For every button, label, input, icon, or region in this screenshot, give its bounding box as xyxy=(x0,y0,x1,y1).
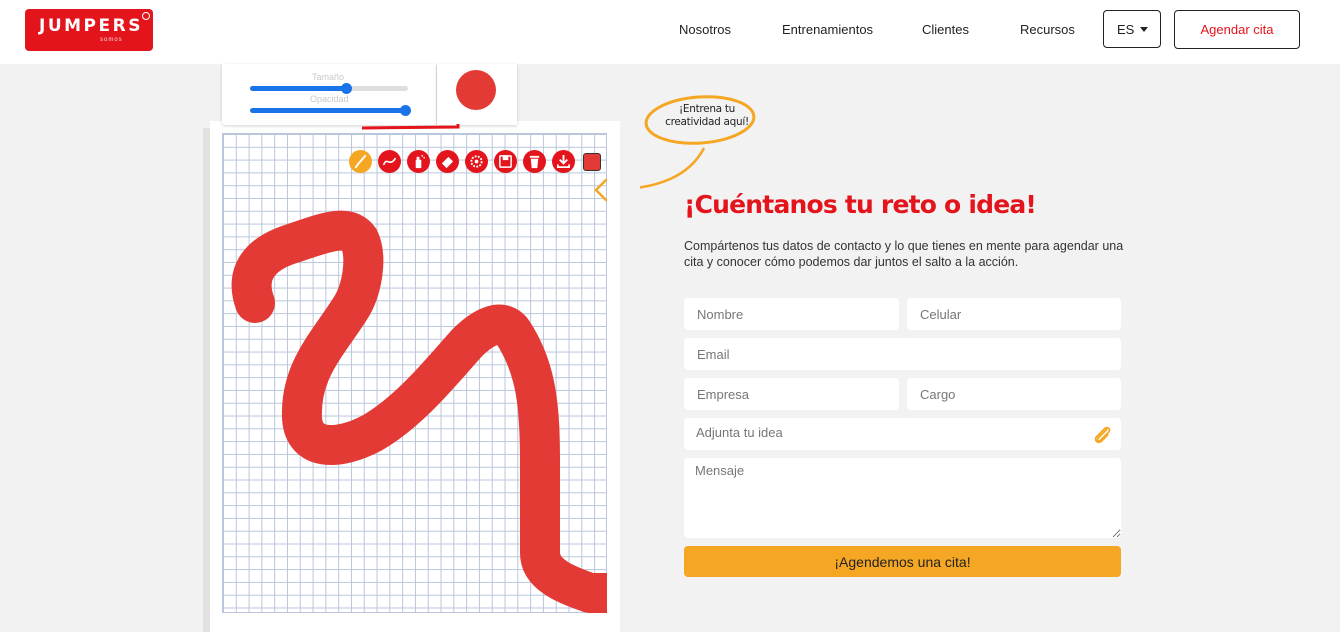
brush-tool[interactable] xyxy=(349,150,372,173)
drawing-stroke xyxy=(231,210,607,613)
logo-ring-icon xyxy=(142,12,150,20)
form-title: ¡Cuéntanos tu reto o idea! xyxy=(684,190,1037,219)
size-slider-handle[interactable] xyxy=(341,83,353,94)
brush-preview xyxy=(437,64,517,125)
schedule-button[interactable]: Agendar cita xyxy=(1174,10,1300,49)
caret-down-icon xyxy=(1140,27,1148,32)
eraser-icon xyxy=(441,156,454,169)
attach-idea-field[interactable]: Adjunta tu idea xyxy=(684,418,1121,450)
opacity-label: Opacidad xyxy=(310,94,349,104)
spray-tool[interactable] xyxy=(407,150,430,173)
save-icon xyxy=(499,155,512,168)
language-label: ES xyxy=(1117,22,1135,37)
nav-recursos[interactable]: Recursos xyxy=(1020,22,1075,37)
language-dropdown[interactable]: ES xyxy=(1103,10,1161,48)
callout-arrow-icon xyxy=(594,178,608,202)
position-input[interactable] xyxy=(907,378,1121,410)
size-slider[interactable] xyxy=(250,83,408,94)
brush-mark xyxy=(361,124,460,130)
settings-tool[interactable] xyxy=(465,150,488,173)
jumpers-logo[interactable]: JUMPERS somos xyxy=(25,9,153,51)
submit-button[interactable]: ¡Agendemos una cita! xyxy=(684,546,1121,577)
opacity-slider[interactable] xyxy=(250,105,411,116)
email-input[interactable] xyxy=(684,338,1121,370)
brush-preview-dot xyxy=(456,70,496,110)
logo-subtext: somos xyxy=(100,37,123,43)
logo-text: JUMPERS xyxy=(39,16,143,36)
spray-icon xyxy=(415,155,425,169)
paperclip-icon[interactable] xyxy=(1092,424,1114,446)
company-input[interactable] xyxy=(684,378,899,410)
phone-input[interactable] xyxy=(907,298,1121,330)
callout-text: ¡Entrena tu creatividad aquí! xyxy=(665,103,749,128)
form-description: Compártenos tus datos de contacto y lo q… xyxy=(684,239,1124,269)
message-textarea[interactable] xyxy=(684,458,1121,538)
opacity-slider-handle[interactable] xyxy=(399,105,411,116)
size-label: Tamaño xyxy=(312,72,345,82)
trash-icon xyxy=(529,155,540,169)
curve-tool[interactable] xyxy=(378,150,401,173)
settings-icon xyxy=(470,155,483,168)
attach-idea-label: Adjunta tu idea xyxy=(696,425,783,440)
site-header: JUMPERS somos Nosotros Entrenamientos Cl… xyxy=(0,0,1340,64)
curve-icon xyxy=(383,157,396,166)
download-tool[interactable] xyxy=(552,150,575,173)
size-slider-fill xyxy=(250,86,347,91)
brush-icon xyxy=(354,154,367,169)
download-icon xyxy=(557,154,570,168)
nav-nosotros[interactable]: Nosotros xyxy=(679,22,731,37)
color-swatch[interactable] xyxy=(583,153,601,171)
nav-entrenamientos[interactable]: Entrenamientos xyxy=(782,22,873,37)
brush-settings-panel: Tamaño Opacidad xyxy=(222,64,436,125)
nav-clientes[interactable]: Clientes xyxy=(922,22,969,37)
name-input[interactable] xyxy=(684,298,899,330)
trash-tool[interactable] xyxy=(523,150,546,173)
opacity-slider-fill xyxy=(250,108,405,113)
eraser-tool[interactable] xyxy=(436,150,459,173)
save-tool[interactable] xyxy=(494,150,517,173)
